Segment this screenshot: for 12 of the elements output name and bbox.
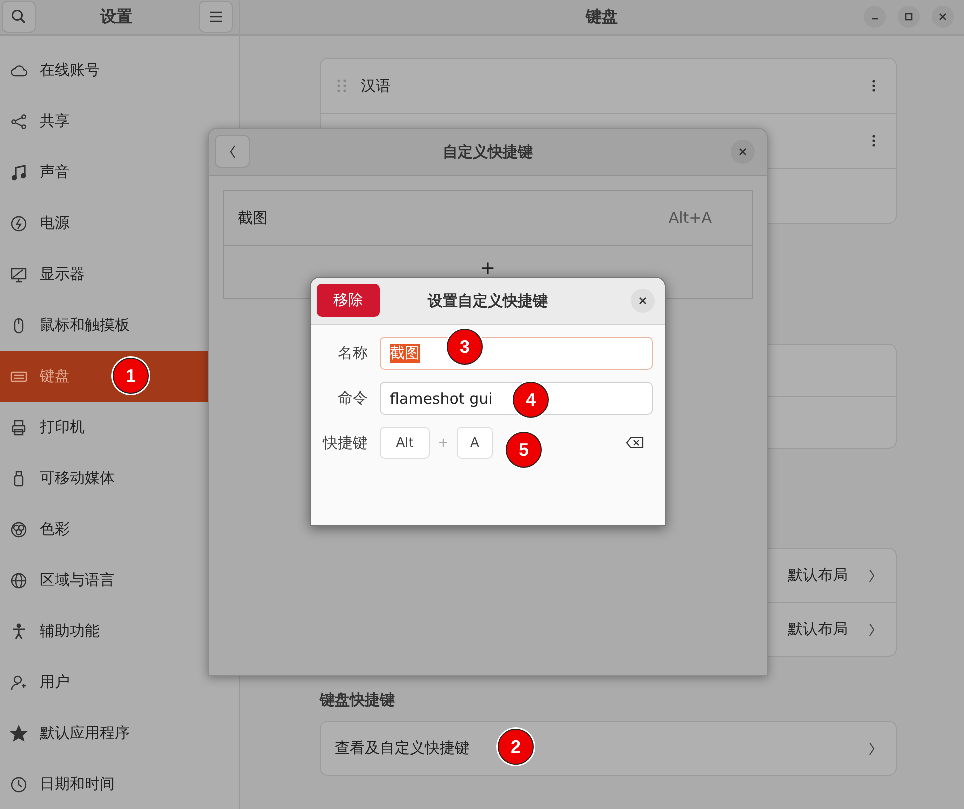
key-cap: A xyxy=(456,427,493,459)
plus-sign: + xyxy=(438,436,449,450)
window-title: 键盘 xyxy=(586,6,618,28)
dialog-title: 自定义快捷键 xyxy=(443,142,533,162)
sidebar-title: 设置 xyxy=(100,6,132,28)
field-label: 命令 xyxy=(337,389,368,408)
dialog-title: 设置自定义快捷键 xyxy=(428,292,548,310)
field-label: 快捷键 xyxy=(322,434,368,452)
input-source-name: 汉语 xyxy=(361,76,391,96)
key-cap: Alt xyxy=(380,427,430,459)
section-heading: 键盘快捷键 xyxy=(320,691,396,710)
field-label: 名称 xyxy=(337,344,368,363)
